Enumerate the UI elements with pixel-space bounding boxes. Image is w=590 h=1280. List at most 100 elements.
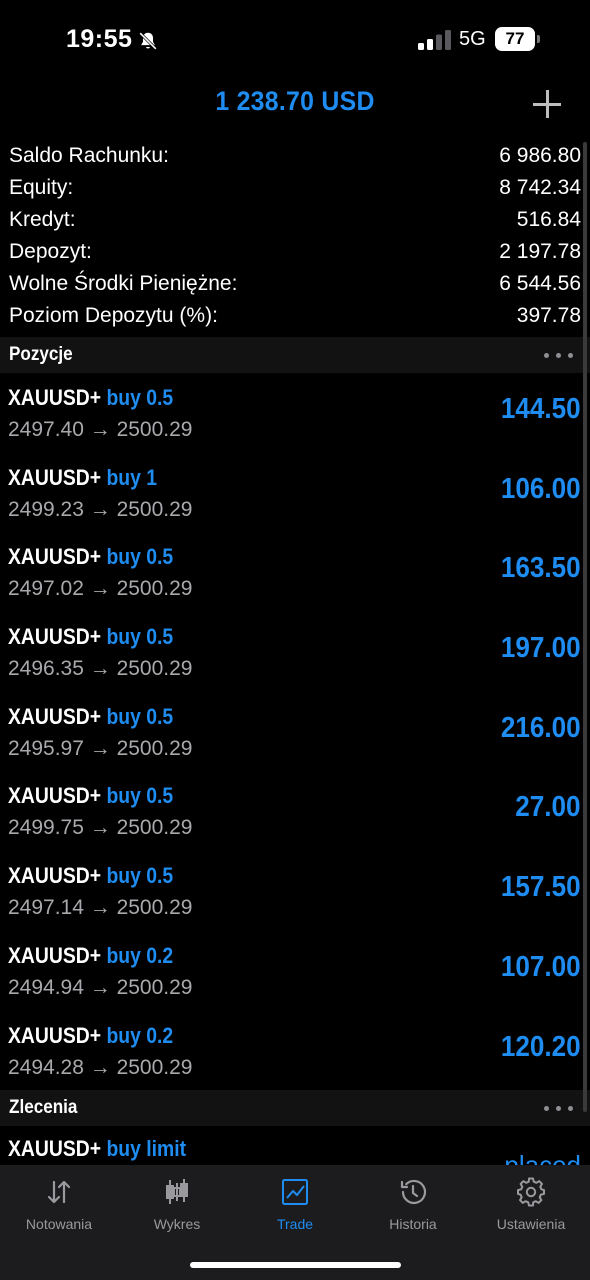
position-title: XAUUSD+ buy 0.5 [8,704,173,730]
position-prices: 2494.94 → 2500.29 [8,975,193,999]
position-side: buy 0.5 [106,624,174,650]
tab-label: Trade [276,1216,314,1232]
tab-ustawienia[interactable]: Ustawienia [472,1177,590,1247]
summary-value: 6 544.56 [499,272,581,295]
position-side: buy 0.2 [106,1022,174,1048]
muted-bell-icon [139,32,157,50]
tab-notowania[interactable]: Notowania [0,1177,118,1247]
history-clock-icon [400,1179,427,1205]
header-balance: 1 238.70 USD [215,86,375,116]
position-profit: 157.50 [501,871,581,904]
cellular-signal-icon [418,30,451,50]
more-options-icon[interactable] [544,353,574,358]
summary-label: Kredyt: [9,208,76,231]
position-symbol: XAUUSD+ [8,385,102,410]
position-side: buy 0.5 [106,863,174,889]
position-profit: 27.00 [515,791,581,824]
position-row[interactable]: XAUUSD+ buy 0.5 2495.97 → 2500.29 216.00 [0,692,590,772]
position-title: XAUUSD+ buy 0.2 [8,943,173,969]
section-title: Pozycje [9,344,73,365]
position-row[interactable]: XAUUSD+ buy 0.5 2499.75 → 2500.29 27.00 [0,771,590,851]
position-row[interactable]: XAUUSD+ buy 0.5 2497.02 → 2500.29 163.50 [0,532,590,612]
position-prices: 2496.35 → 2500.29 [8,657,193,681]
more-options-icon[interactable] [544,1106,574,1111]
position-symbol: XAUUSD+ [8,783,102,809]
position-symbol: XAUUSD+ [8,464,102,490]
summary-row-credit: Kredyt: 516.84 [0,204,590,236]
summary-label: Depozyt: [9,240,92,263]
home-indicator[interactable] [190,1262,401,1268]
position-title: XAUUSD+ buy 1 [8,465,157,491]
position-title: XAUUSD+ buy 0.2 [8,1023,173,1049]
position-row[interactable]: XAUUSD+ buy 1 2499.23 → 2500.29 106.00 [0,453,590,533]
position-side: buy 0.5 [106,385,174,410]
position-side: buy 0.2 [106,942,174,968]
position-symbol: XAUUSD+ [8,624,102,650]
position-row[interactable]: XAUUSD+ buy 0.5 2496.35 → 2500.29 197.00 [0,612,590,692]
tab-label: Wykres [153,1216,201,1232]
summary-row-balance: Saldo Rachunku: 6 986.80 [0,140,590,172]
summary-label: Equity: [9,176,74,199]
position-prices: 2497.40 → 2500.29 [8,418,193,441]
position-profit: 107.00 [501,950,581,983]
order-symbol: XAUUSD+ [8,1136,102,1161]
position-symbol: XAUUSD+ [8,544,102,570]
tab-label: Ustawienia [496,1216,566,1232]
battery-icon: 77 [495,27,540,51]
summary-row-equity: Equity: 8 742.34 [0,172,590,204]
network-type: 5G [459,28,486,50]
tab-label: Historia [389,1216,437,1232]
position-side: buy 0.5 [106,783,174,809]
summary-label: Poziom Depozytu (%): [9,304,218,327]
position-symbol: XAUUSD+ [8,942,102,968]
order-row[interactable]: XAUUSD+ buy limit placed [0,1126,590,1166]
summary-value: 2 197.78 [499,240,581,263]
position-title: XAUUSD+ buy 0.5 [8,544,173,570]
position-title: XAUUSD+ buy 0.5 [8,783,173,809]
gear-icon [517,1177,545,1207]
tab-trade[interactable]: Trade [236,1177,354,1247]
position-row[interactable]: XAUUSD+ buy 0.5 2497.14 → 2500.29 157.50 [0,851,590,931]
add-order-button[interactable] [531,88,563,120]
position-profit: 144.50 [501,393,581,425]
status-time: 19:55 [66,25,133,53]
position-side: buy 0.5 [106,703,174,729]
summary-value: 6 986.80 [499,144,581,167]
position-row[interactable]: XAUUSD+ buy 0.2 2494.94 → 2500.29 107.00 [0,931,590,1011]
position-prices: 2497.02 → 2500.29 [8,577,193,601]
summary-label: Wolne Środki Pieniężne: [9,272,238,295]
orders-section-header: Zlecenia [0,1090,590,1126]
summary-value: 397.78 [516,304,581,327]
summary-label: Saldo Rachunku: [9,144,169,167]
position-profit: 106.00 [501,472,581,505]
summary-row-margin-level: Poziom Depozytu (%): 397.78 [0,300,590,332]
position-title: XAUUSD+ buy 0.5 [8,624,173,650]
tab-historia[interactable]: Historia [354,1177,472,1247]
position-profit: 216.00 [501,711,581,744]
summary-row-free-margin: Wolne Środki Pieniężne: 6 544.56 [0,268,590,300]
tab-label: Notowania [25,1216,93,1232]
tab-wykres[interactable]: Wykres [118,1177,236,1247]
position-profit: 197.00 [501,632,581,665]
position-prices: 2494.28 → 2500.29 [8,1055,193,1079]
position-symbol: XAUUSD+ [8,703,102,729]
position-prices: 2495.97 → 2500.29 [8,736,193,760]
position-row[interactable]: XAUUSD+ buy 0.5 2497.40 → 2500.29 144.50 [0,373,590,453]
position-symbol: XAUUSD+ [8,1022,102,1048]
position-row[interactable]: XAUUSD+ buy 0.2 2494.28 → 2500.29 120.20 [0,1011,590,1091]
position-side: buy 1 [106,464,158,490]
status-bar: 19:55 5G 77 [0,0,590,80]
position-profit: 163.50 [501,552,581,585]
position-title: XAUUSD+ buy 0.5 [8,863,173,889]
candlestick-chart-icon [166,1179,188,1204]
position-prices: 2499.23 → 2500.29 [8,497,193,521]
section-title: Zlecenia [9,1097,78,1118]
order-side: buy limit [106,1136,187,1161]
position-prices: 2499.75 → 2500.29 [8,816,193,840]
position-side: buy 0.5 [106,544,174,570]
scrollbar[interactable] [583,142,587,1112]
positions-list: XAUUSD+ buy 0.5 2497.40 → 2500.29 144.50… [0,373,590,1090]
positions-section-header: Pozycje [0,337,590,373]
order-title: XAUUSD+ buy limit [8,1136,186,1162]
account-summary: Saldo Rachunku: 6 986.80 Equity: 8 742.3… [0,140,590,332]
